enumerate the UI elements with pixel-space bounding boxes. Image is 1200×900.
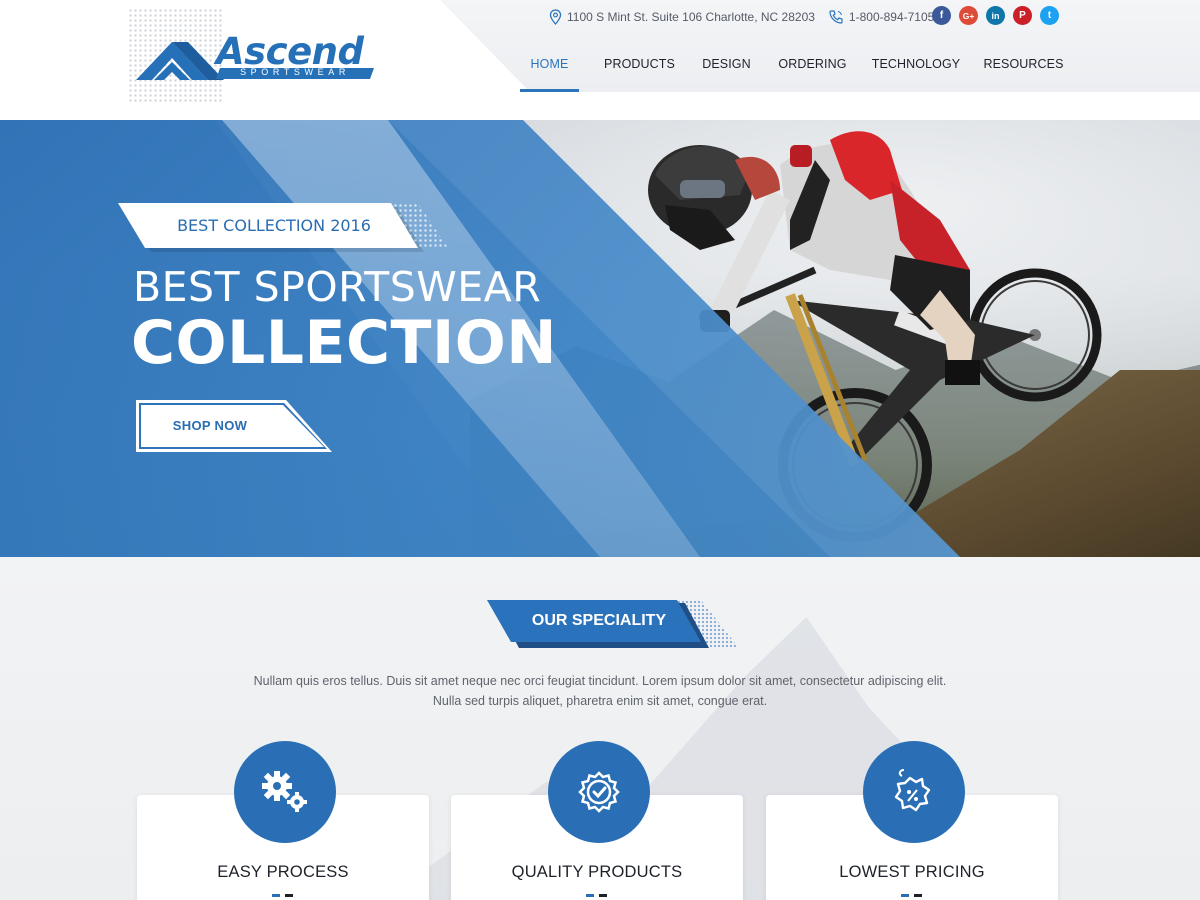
nav-resources[interactable]: RESOURCES [983,40,1064,92]
feature-divider [272,894,294,897]
contact-phone: 1-800-894-7105 [848,10,935,24]
feature-title-quality-products: QUALITY PRODUCTS [511,863,683,881]
nav-technology[interactable]: TECHNOLOGY [871,40,961,92]
site-header: Ascend SPORTSWEAR 1100 S Mint St. Suite … [0,0,1200,120]
gears-icon [262,771,307,812]
nav-products[interactable]: PRODUCTS [602,40,677,92]
hero-banner: BEST COLLECTION 2016 BEST SPORTSWEAR COL… [0,120,1200,557]
speciality-section: OUR SPECIALITY Nullam quis eros tellus. … [0,557,1200,900]
contact-address: 1100 S Mint St. Suite 106 Charlotte, NC … [567,10,815,24]
hero-tag-text: BEST COLLECTION 2016 [177,216,371,235]
contact-phone-group[interactable]: 1-800-894-7105 [828,9,934,25]
pinterest-icon[interactable]: P [1013,6,1032,25]
hero-tag-ribbon: BEST COLLECTION 2016 [118,203,448,252]
feature-divider [901,894,923,897]
feature-title-easy-process: EASY PROCESS [217,863,349,881]
shop-now-label[interactable]: SHOP NOW [136,400,284,452]
facebook-icon[interactable]: f [932,6,951,25]
feature-title-lowest-pricing: LOWEST PRICING [839,863,985,881]
social-links: f G+ in P t [932,6,1059,25]
quality-badge-icon [578,771,620,813]
speciality-heading: OUR SPECIALITY [531,612,667,629]
speciality-description: Nullam quis eros tellus. Duis sit amet n… [200,671,1000,711]
phone-icon [829,10,843,24]
feature-divider [586,894,608,897]
map-pin-icon [549,9,562,25]
feature-icon-circle [863,741,965,843]
nav-ordering[interactable]: ORDERING [776,40,849,92]
shop-now-button[interactable]: SHOP NOW [136,400,332,452]
contact-info: 1100 S Mint St. Suite 106 Charlotte, NC … [549,8,934,26]
feature-icon-circle [548,741,650,843]
hero-title-line-2: COLLECTION [131,308,557,378]
speciality-description-line-2: Nulla sed turpis aliquet, pharetra enim … [432,694,768,708]
twitter-icon[interactable]: t [1040,6,1059,25]
discount-tag-icon [894,769,931,812]
nav-home[interactable]: HOME [520,40,579,92]
main-nav: HOME PRODUCTS DESIGN ORDERING TECHNOLOGY… [0,40,1200,92]
nav-design[interactable]: DESIGN [699,40,754,92]
hero-title-line-1: BEST SPORTSWEAR [133,263,542,311]
linkedin-icon[interactable]: in [986,6,1005,25]
speciality-badge: OUR SPECIALITY [487,600,739,648]
google-plus-icon[interactable]: G+ [959,6,978,25]
feature-icon-circle [234,741,336,843]
speciality-description-line-1: Nullam quis eros tellus. Duis sit amet n… [253,674,947,688]
